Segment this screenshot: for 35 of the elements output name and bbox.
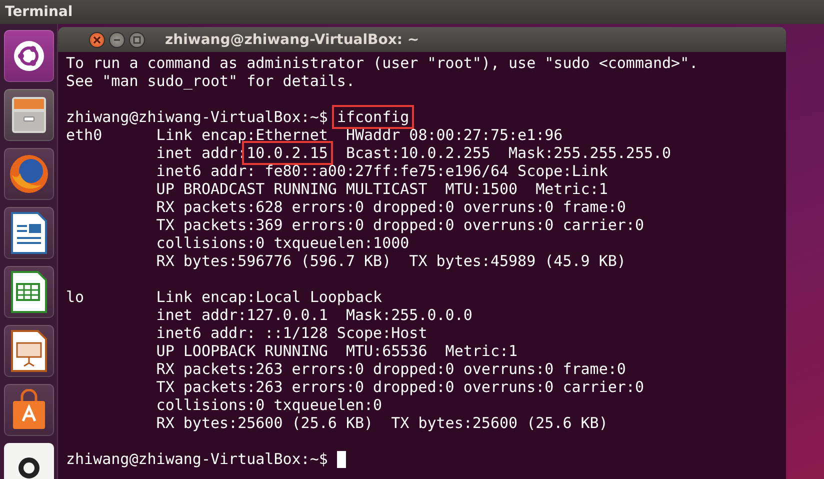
app-title: Terminal xyxy=(5,4,73,20)
terminal-text: zhiwang@zhiwang-VirtualBox:~$ xyxy=(66,108,329,126)
terminal-text: UP BROADCAST RUNNING MULTICAST MTU:1500 Metric:1 xyxy=(155,180,608,198)
terminal-text: UP LOOPBACK RUNNING MTU:65536 Metric:1 xyxy=(155,342,518,360)
terminal-text: collisions:0 txqueuelen:1000 xyxy=(155,234,410,252)
terminal-text: RX packets:263 errors:0 dropped:0 overruns:0 frame:0 xyxy=(155,360,626,378)
maximize-button[interactable] xyxy=(129,32,145,48)
terminal-text: inet addr: xyxy=(155,144,247,162)
highlighted-text: ifconfig xyxy=(334,108,412,126)
terminal-text: inet6 addr: ::1/128 Scope:Host xyxy=(155,324,428,342)
terminal-text: See "man sudo_root" for details. xyxy=(66,72,355,90)
terminal-text: zhiwang@zhiwang-VirtualBox:~$ xyxy=(66,450,329,468)
presentation-icon[interactable] xyxy=(10,329,48,373)
terminal-text: TX packets:263 errors:0 dropped:0 overruns:0 carrier:0 xyxy=(155,378,644,396)
document-icon[interactable] xyxy=(10,211,48,255)
terminal-text: RX packets:628 errors:0 dropped:0 overruns:0 frame:0 xyxy=(155,198,626,216)
highlighted-text: 10.0.2.15 xyxy=(244,144,330,162)
terminal-text: TX packets:369 errors:0 dropped:0 overruns:0 carrier:0 xyxy=(155,216,644,234)
minimize-button[interactable] xyxy=(109,32,125,48)
close-button[interactable] xyxy=(89,32,105,48)
spreadsheet-icon[interactable] xyxy=(10,270,48,314)
terminal-text: inet addr:127.0.0.1 Mask:255.0.0.0 xyxy=(155,306,472,324)
terminal-text: RX bytes:25600 (25.6 KB) TX bytes:25600 (25.6 KB) xyxy=(155,414,608,432)
maximize-icon xyxy=(133,36,141,44)
terminal-text: Bcast:10.0.2.255 Mask:255.255.255.0 xyxy=(344,144,672,162)
window-title: zhiwang@zhiwang-VirtualBox: ~ xyxy=(165,32,420,48)
terminal-text: lo Link encap:Local Loopback xyxy=(66,288,382,306)
file-cabinet-icon[interactable] xyxy=(10,95,48,135)
terminal-text: eth0 Link encap:Ethernet HWaddr 08:00:27:75:e1:96 xyxy=(66,126,563,144)
terminal-text: inet6 addr: fe80::a00:27ff:fe75:e196/64 Scope:Link xyxy=(155,162,608,180)
terminal-text: collisions:0 txqueuelen:0 xyxy=(155,396,382,414)
terminal-text: To run a command as administrator (user "root"), use "sudo <command>". xyxy=(66,54,698,72)
fox-globe-icon[interactable] xyxy=(8,153,50,195)
terminal-text: RX bytes:596776 (596.7 KB) TX bytes:45989 (45.9 KB) xyxy=(155,252,626,270)
close-icon xyxy=(93,36,101,44)
